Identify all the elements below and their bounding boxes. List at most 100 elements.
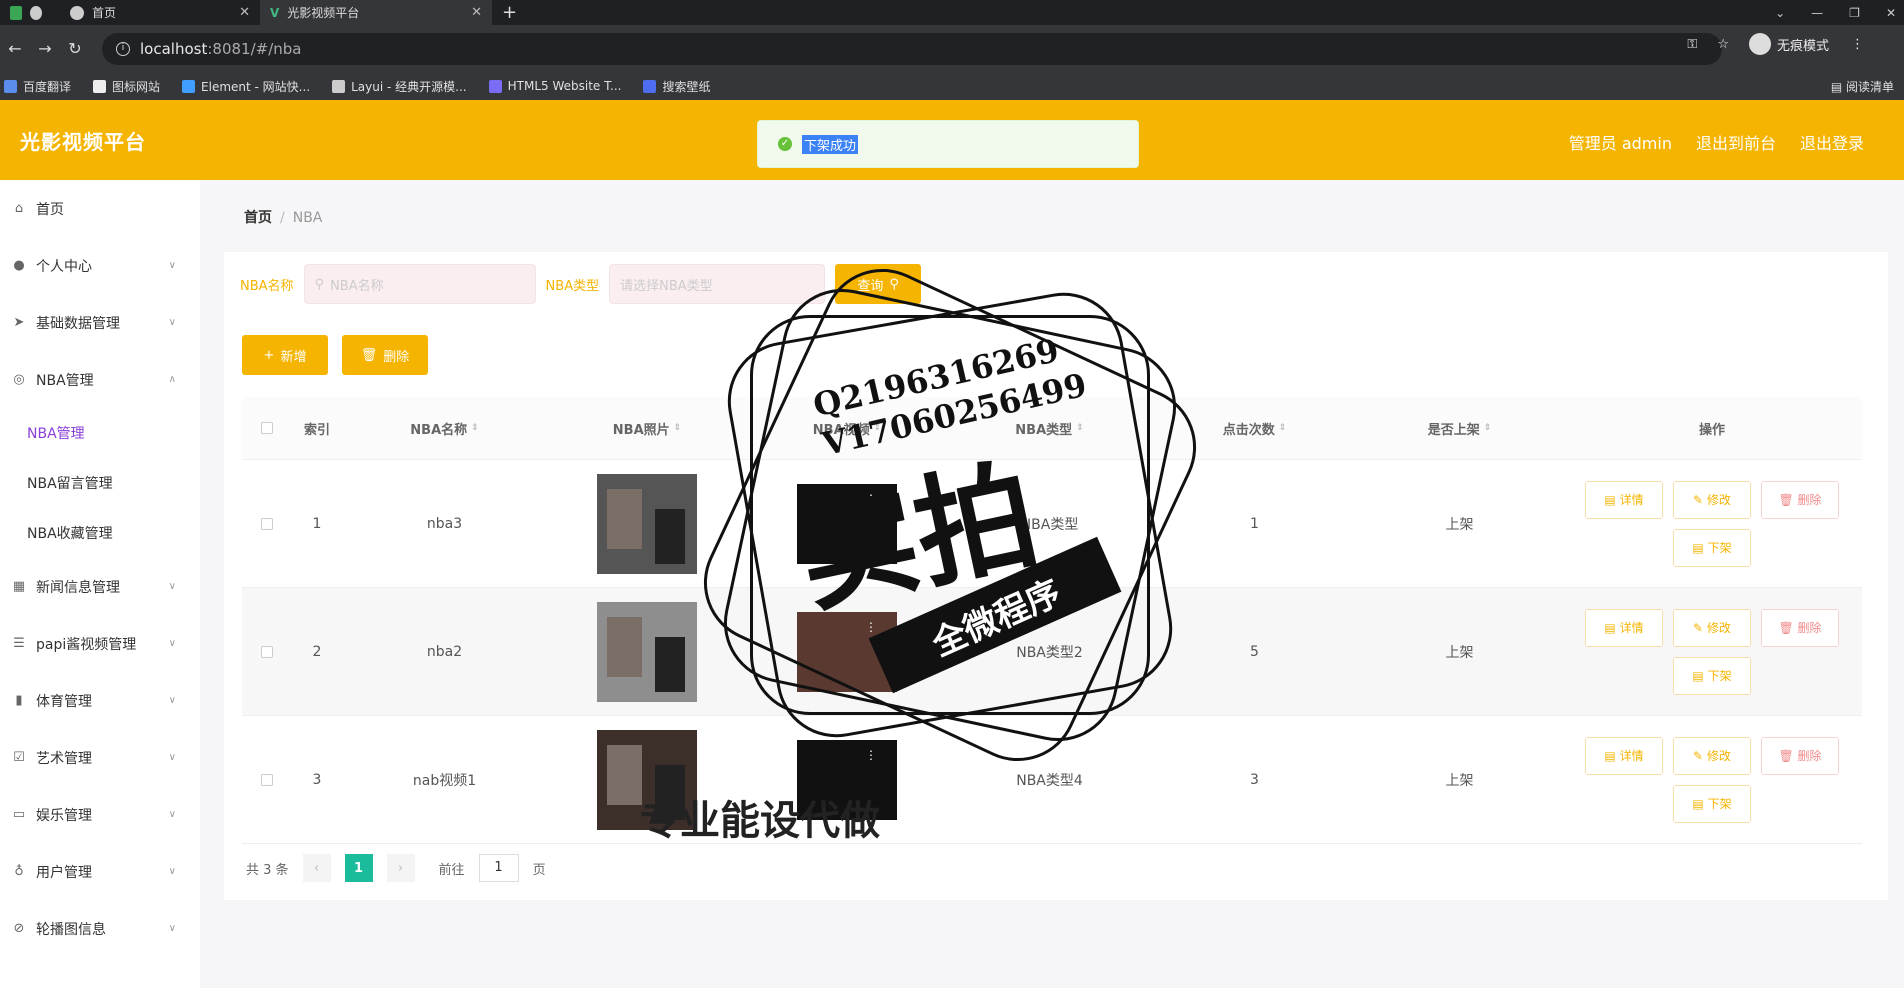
row-select-cell xyxy=(242,588,292,715)
close-icon[interactable]: ✕ xyxy=(239,5,250,20)
prev-page-button[interactable]: ‹ xyxy=(302,854,331,882)
row-checkbox[interactable] xyxy=(261,645,273,658)
operations-cell: ▤ 详情 ✎ 修改 🗑 删除 ▤ 下架 xyxy=(1562,460,1862,587)
new-tab-button[interactable]: + xyxy=(492,0,527,25)
minimize-icon[interactable]: — xyxy=(1811,6,1823,20)
close-icon[interactable]: ✕ xyxy=(471,5,482,20)
breadcrumb-current: NBA xyxy=(292,210,323,226)
more-icon[interactable]: ⋮ xyxy=(1851,37,1864,52)
batch-delete-button[interactable]: 🗑 删除 xyxy=(342,335,428,375)
bookmark-item[interactable]: Element - 网站快... xyxy=(182,78,310,95)
sidebar-item-sports[interactable]: ▮ 体育管理 ∨ xyxy=(0,672,200,729)
reading-list[interactable]: ▤ 阅读清单 xyxy=(1831,78,1894,95)
breadcrumb-separator: / xyxy=(280,210,285,226)
sidebar-item-users[interactable]: ♁ 用户管理 ∨ xyxy=(0,843,200,900)
detail-label: 详情 xyxy=(1619,749,1644,763)
sort-icon[interactable]: ⇕ xyxy=(1484,423,1492,433)
select-all-checkbox[interactable] xyxy=(261,422,273,434)
action-row: + 新增 🗑 删除 xyxy=(242,335,428,375)
sort-icon[interactable]: ⇕ xyxy=(471,423,479,433)
take-down-button[interactable]: ▤ 下架 xyxy=(1673,528,1751,567)
bookmark-item[interactable]: 图标网站 xyxy=(93,78,160,95)
add-label: 新增 xyxy=(280,349,307,365)
bookmark-item[interactable]: 搜索壁纸 xyxy=(643,78,710,95)
sidebar-item-nba[interactable]: ◎ NBA管理 ∧ xyxy=(0,351,200,408)
sidebar-item-entertainment[interactable]: ▭ 娱乐管理 ∨ xyxy=(0,786,200,843)
star-icon[interactable]: ☆ xyxy=(1717,37,1729,52)
sort-icon[interactable]: ⇕ xyxy=(674,423,682,433)
sort-icon[interactable]: ⇕ xyxy=(1279,423,1287,433)
sidebar-item-news[interactable]: ▦ 新闻信息管理 ∨ xyxy=(0,558,200,615)
sidebar-item-carousel[interactable]: ⊘ 轮播图信息 ∨ xyxy=(0,900,200,957)
chevron-down-icon[interactable]: ⌄ xyxy=(1775,6,1785,20)
header-label: 索引 xyxy=(303,422,330,438)
detail-button[interactable]: ▤ 详情 xyxy=(1585,736,1663,775)
tab-home-page[interactable]: 首页 ✕ xyxy=(60,0,260,25)
sidebar-subitem-nba-comments[interactable]: NBA留言管理 xyxy=(0,458,200,508)
info-icon[interactable]: i xyxy=(116,41,130,56)
detail-button[interactable]: ▤ 详情 xyxy=(1585,480,1663,519)
sidebar-subitem-nba-favorites[interactable]: NBA收藏管理 xyxy=(0,508,200,558)
profile-button[interactable]: ⚿ ☆ 无痕模式 ⋮ xyxy=(1687,33,1864,55)
sidebar-subitem-nba[interactable]: NBA管理 xyxy=(0,408,200,458)
reading-list-label: 阅读清单 xyxy=(1845,80,1894,94)
reload-icon[interactable]: ↻ xyxy=(60,39,90,58)
edit-icon: ✎ xyxy=(1693,492,1707,507)
sidebar-item-home[interactable]: ⌂ 首页 xyxy=(0,180,200,237)
row-checkbox[interactable] xyxy=(261,773,273,786)
header-status[interactable]: 是否上架 ⇕ xyxy=(1357,397,1562,459)
sidebar-item-basic-data[interactable]: ➤ 基础数据管理 ∨ xyxy=(0,294,200,351)
logout-link[interactable]: 退出登录 xyxy=(1800,130,1864,154)
forward-icon[interactable]: → xyxy=(30,39,60,58)
header-name[interactable]: NBA名称 ⇕ xyxy=(342,397,547,459)
delete-button[interactable]: 🗑 删除 xyxy=(1761,736,1839,775)
take-down-button[interactable]: ▤ 下架 xyxy=(1673,656,1751,695)
bookmark-label: Layui - 经典开源模... xyxy=(351,79,467,94)
next-page-button[interactable]: › xyxy=(386,854,415,882)
bookmark-item[interactable]: HTML5 Website T... xyxy=(488,79,621,93)
status-cell: 上架 xyxy=(1445,644,1474,661)
chevron-down-icon: ∨ xyxy=(168,317,176,328)
sidebar-item-label: 基础数据管理 xyxy=(36,315,120,332)
chevron-up-icon: ∧ xyxy=(168,374,176,385)
row-checkbox[interactable] xyxy=(261,517,273,530)
sidebar-item-profile[interactable]: ● 个人中心 ∨ xyxy=(0,237,200,294)
select-all-cell xyxy=(242,397,292,459)
back-icon[interactable]: ← xyxy=(0,39,30,58)
header-label: 是否上架 xyxy=(1427,422,1480,438)
toast-message: 下架成功 xyxy=(802,134,859,154)
bookmark-item[interactable]: 百度翻译 xyxy=(4,78,71,95)
url-field[interactable]: i localhost :8081/#/nba xyxy=(102,32,1722,65)
edit-button[interactable]: ✎ 修改 xyxy=(1673,480,1751,519)
add-button[interactable]: + 新增 xyxy=(242,335,328,375)
header-photo[interactable]: NBA照片 ⇕ xyxy=(547,397,747,459)
nba-photo[interactable] xyxy=(597,473,697,574)
chevron-down-icon: ∨ xyxy=(168,581,176,592)
tab-active[interactable]: V 光影视频平台 ✕ xyxy=(260,0,492,25)
back-to-front-link[interactable]: 退出到前台 xyxy=(1696,130,1776,154)
goto-page-input[interactable]: 1 xyxy=(478,854,519,882)
delete-button[interactable]: 🗑 删除 xyxy=(1761,480,1839,519)
name-search-input[interactable]: ⚲ NBA名称 xyxy=(303,264,536,304)
delete-button[interactable]: 🗑 删除 xyxy=(1761,608,1839,647)
clicks-cell: 3 xyxy=(1250,771,1259,788)
edit-button[interactable]: ✎ 修改 xyxy=(1673,608,1751,647)
close-window-icon[interactable]: ✕ xyxy=(1886,6,1896,20)
sidebar-item-papi[interactable]: ☰ papi酱视频管理 ∨ xyxy=(0,615,200,672)
edit-button[interactable]: ✎ 修改 xyxy=(1673,736,1751,775)
chevron-down-icon: ∨ xyxy=(168,809,176,820)
detail-button[interactable]: ▤ 详情 xyxy=(1585,608,1663,647)
sidebar-item-art[interactable]: ☑ 艺术管理 ∨ xyxy=(0,729,200,786)
take-down-button[interactable]: ▤ 下架 xyxy=(1673,784,1751,823)
page-number[interactable]: 1 xyxy=(344,854,373,882)
key-icon[interactable]: ⚿ xyxy=(1687,37,1697,52)
nba-photo[interactable] xyxy=(597,601,697,702)
breadcrumb-home[interactable]: 首页 xyxy=(244,210,272,226)
operation-buttons: ▤ 详情 ✎ 修改 🗑 删除 ▤ 下架 xyxy=(1582,736,1842,823)
operation-buttons: ▤ 详情 ✎ 修改 🗑 删除 ▤ 下架 xyxy=(1582,608,1842,695)
clicks-cell: 5 xyxy=(1250,643,1259,660)
bookmark-item[interactable]: Layui - 经典开源模... xyxy=(332,78,467,95)
flag-icon xyxy=(93,79,107,93)
restore-icon[interactable]: ❐ xyxy=(1849,6,1860,20)
tab-home[interactable] xyxy=(0,0,60,25)
